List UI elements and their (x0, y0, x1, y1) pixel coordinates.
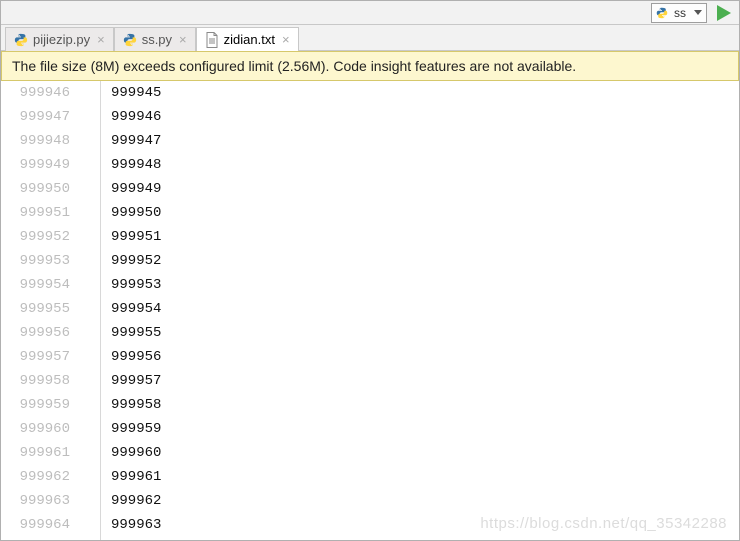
run-config-selector[interactable]: ss (651, 3, 707, 23)
line-number: 999952 (1, 225, 70, 249)
line-number: 999956 (1, 321, 70, 345)
editor-line[interactable]: 999951 (111, 225, 739, 249)
run-config-label: ss (674, 6, 688, 20)
editor-line[interactable]: 999957 (111, 369, 739, 393)
line-number: 999960 (1, 417, 70, 441)
editor-content[interactable]: 9999459999469999479999489999499999509999… (101, 81, 739, 540)
line-number: 999957 (1, 345, 70, 369)
close-icon[interactable]: × (177, 33, 189, 46)
close-icon[interactable]: × (95, 33, 107, 46)
close-icon[interactable]: × (280, 33, 292, 46)
chevron-down-icon (694, 10, 702, 15)
line-number: 999958 (1, 369, 70, 393)
line-number: 999964 (1, 513, 70, 537)
line-number: 999947 (1, 105, 70, 129)
python-icon (656, 7, 668, 19)
line-number: 999954 (1, 273, 70, 297)
editor-area[interactable]: 9999469999479999489999499999509999519999… (1, 81, 739, 540)
editor-line[interactable]: 999961 (111, 465, 739, 489)
line-number: 999955 (1, 297, 70, 321)
editor-line[interactable]: 999945 (111, 81, 739, 105)
editor-line[interactable]: 999954 (111, 297, 739, 321)
line-number: 999948 (1, 129, 70, 153)
file-size-warning-banner: The file size (8M) exceeds configured li… (1, 51, 739, 81)
line-number-gutter: 9999469999479999489999499999509999519999… (1, 81, 101, 540)
line-number: 999953 (1, 249, 70, 273)
editor-line[interactable]: 999962 (111, 489, 739, 513)
tab-label: pijiezip.py (33, 32, 90, 47)
editor-line[interactable]: 999946 (111, 105, 739, 129)
tab-zidian[interactable]: zidian.txt × (196, 27, 299, 51)
editor-line[interactable]: 999952 (111, 249, 739, 273)
line-number: 999950 (1, 177, 70, 201)
editor-line[interactable]: 999950 (111, 201, 739, 225)
editor-line[interactable]: 999953 (111, 273, 739, 297)
run-button[interactable] (717, 5, 731, 21)
banner-message: The file size (8M) exceeds configured li… (12, 58, 576, 74)
line-number: 999951 (1, 201, 70, 225)
line-number: 999959 (1, 393, 70, 417)
editor-line[interactable]: 999959 (111, 417, 739, 441)
tab-pijiezip[interactable]: pijiezip.py × (5, 27, 114, 51)
editor-tabbar: pijiezip.py × ss.py × zidian.txt × (1, 25, 739, 51)
line-number: 999949 (1, 153, 70, 177)
editor-line[interactable]: 999955 (111, 321, 739, 345)
toolbar: ss (1, 1, 739, 25)
editor-line[interactable]: 999958 (111, 393, 739, 417)
line-number: 999961 (1, 441, 70, 465)
line-number: 999946 (1, 81, 70, 105)
tab-ss[interactable]: ss.py × (114, 27, 196, 51)
python-file-icon (14, 32, 28, 48)
editor-line[interactable]: 999948 (111, 153, 739, 177)
editor-line[interactable]: 999956 (111, 345, 739, 369)
tab-label: zidian.txt (224, 32, 275, 47)
tab-label: ss.py (142, 32, 172, 47)
line-number: 999962 (1, 465, 70, 489)
text-file-icon (205, 32, 219, 48)
python-file-icon (123, 32, 137, 48)
editor-line[interactable]: 999947 (111, 129, 739, 153)
line-number: 999963 (1, 489, 70, 513)
editor-line[interactable]: 999949 (111, 177, 739, 201)
editor-line[interactable]: 999963 (111, 513, 739, 537)
editor-line[interactable]: 999960 (111, 441, 739, 465)
